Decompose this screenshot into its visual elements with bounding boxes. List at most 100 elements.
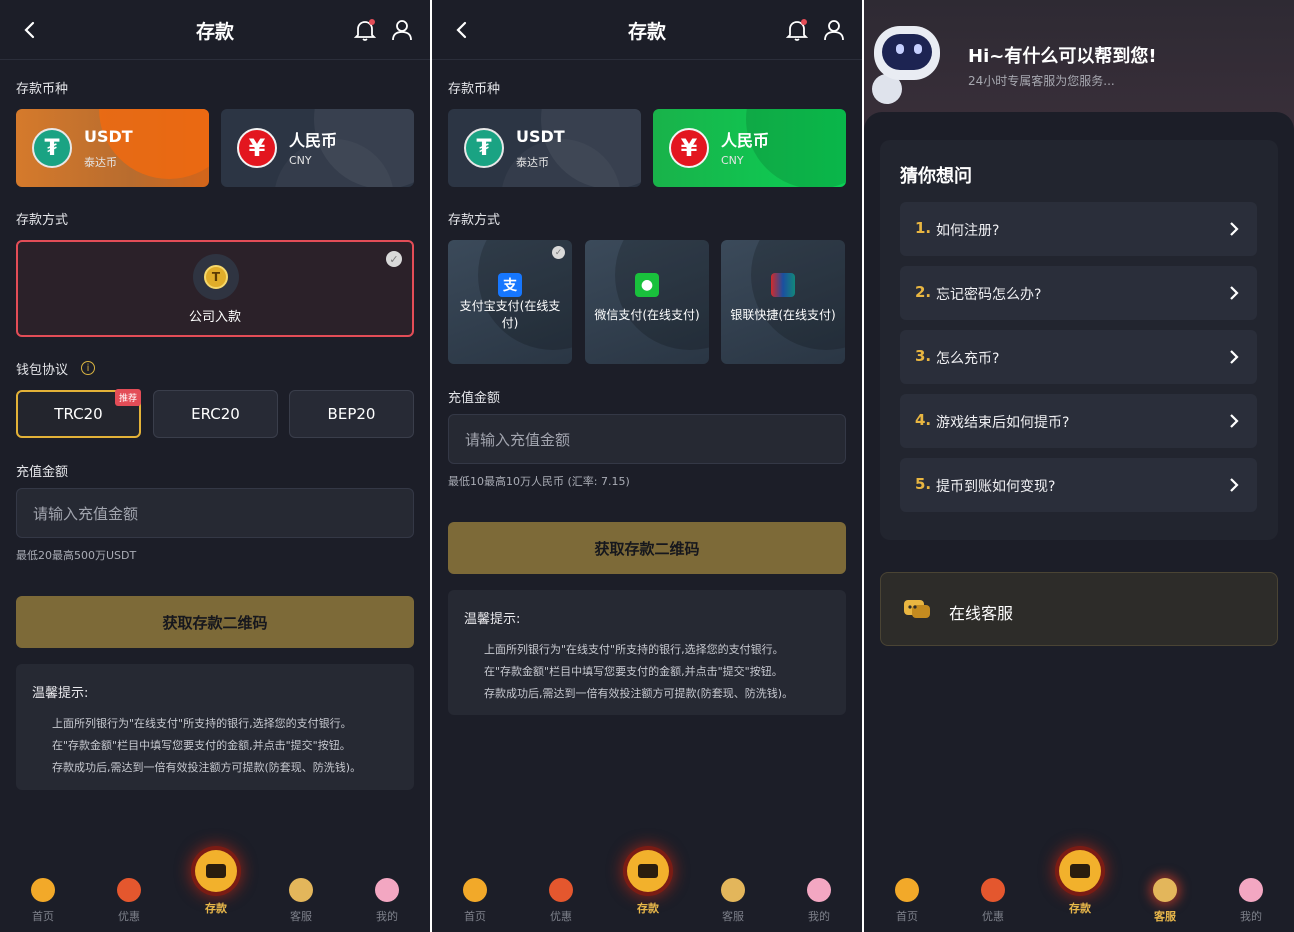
bell-icon[interactable] [352,17,378,43]
faq-question: 游戏结束后如何提币? [936,415,1070,431]
recommend-badge: 推荐 [114,389,141,406]
currency-label: 存款币种 [448,82,501,97]
nav-home[interactable]: 首页 [0,858,86,932]
faq-item[interactable]: 4. 游戏结束后如何提币? [900,394,1257,448]
gift-icon [981,878,1005,902]
bottom-nav: 首页 优惠 存款 客服 我的 [864,850,1294,932]
faq-question: 提币到账如何变现? [936,479,1056,495]
user-icon[interactable] [389,17,415,43]
currency-name: USDT [84,127,133,146]
amount-input[interactable]: 请输入充值金额 [448,414,846,464]
faq-num: 1. [915,219,932,237]
service-icon [721,878,745,902]
tips-line: 存款成功后,需达到一倍有效投注额方可提款(防套现、防洗钱)。 [484,687,794,700]
currency-sub: 泰达币 [516,156,549,169]
deposit-wallet-icon[interactable] [1059,850,1101,892]
nav-label: 优惠 [118,910,140,923]
currency-card-cny[interactable]: ¥ 人民币 CNY [653,109,846,187]
protocol-name: TRC20 [54,405,103,423]
protocol-bep20[interactable]: BEP20 [289,390,414,438]
customer-service-screen: Hi~有什么可以帮到您! 24小时专属客服为您服务... 猜你想问 1. 如何注… [864,0,1294,932]
faq-item[interactable]: 5. 提币到账如何变现? [900,458,1257,512]
yuan-icon: ¥ [669,128,709,168]
company-deposit-option[interactable]: T 公司入款 ✓ [16,240,414,337]
nav-label: 客服 [1154,910,1176,923]
greeting: Hi~有什么可以帮到您! [968,46,1157,67]
user-icon[interactable] [821,17,847,43]
nav-home[interactable]: 首页 [432,858,518,932]
payment-wechat[interactable]: ● 微信支付(在线支付) [585,240,709,364]
header: 存款 [432,0,862,60]
currency-name: USDT [516,127,565,146]
limit-hint: 最低10最高10万人民币 (汇率: 7.15) [448,475,630,488]
deposit-screen-usdt: 存款 存款币种 ₮ USDT 泰达币 ¥ 人民币 CNY 存款方式 T 公司入款… [0,0,430,932]
nav-service[interactable]: 客服 [690,858,776,932]
service-subtitle: 24小时专属客服为您服务... [968,74,1115,88]
chevron-right-icon [1230,286,1239,300]
currency-card-usdt[interactable]: ₮ USDT 泰达币 [448,109,641,187]
faq-item[interactable]: 3. 怎么充币? [900,330,1257,384]
currency-name: 人民币 [721,131,770,150]
header: 存款 [0,0,430,60]
chevron-right-icon [1230,478,1239,492]
online-service-button[interactable]: 在线客服 [880,572,1278,646]
rabbit-icon [807,878,831,902]
currency-card-usdt[interactable]: ₮ USDT 泰达币 [16,109,209,187]
faq-num: 2. [915,283,932,301]
get-qrcode-button[interactable]: 获取存款二维码 [448,522,846,574]
faq-item[interactable]: 2. 忘记密码怎么办? [900,266,1257,320]
nav-label: 首页 [464,910,486,923]
method-label: 存款方式 [448,213,501,228]
tips-line: 上面所列银行为"在线支付"所支持的银行,选择您的支付银行。 [484,643,784,656]
currency-card-cny[interactable]: ¥ 人民币 CNY [221,109,414,187]
nav-label-deposit: 存款 [205,902,227,915]
faq-question: 怎么充币? [936,351,1000,367]
nav-mine[interactable]: 我的 [1208,858,1294,932]
nav-label: 我的 [376,910,398,923]
chat-bubble-icon [904,600,930,618]
protocol-name: ERC20 [191,405,240,423]
payment-label: 微信支付(在线支付) [594,308,700,322]
payment-unionpay[interactable]: 银联快捷(在线支付) [721,240,845,364]
nav-label: 首页 [32,910,54,923]
faq-num: 4. [915,411,932,429]
amount-input[interactable]: 请输入充值金额 [16,488,414,538]
faq-item[interactable]: 1. 如何注册? [900,202,1257,256]
bell-icon[interactable] [784,17,810,43]
nav-service[interactable]: 客服 [258,858,344,932]
chevron-right-icon [1230,222,1239,236]
deposit-wallet-icon[interactable] [627,850,669,892]
nav-promo[interactable]: 优惠 [950,858,1036,932]
unionpay-icon [771,273,795,297]
bottom-nav: 首页 优惠 存款 客服 我的 [432,850,862,932]
nav-promo[interactable]: 优惠 [518,858,604,932]
protocol-name: BEP20 [327,405,376,423]
nav-label: 优惠 [982,910,1004,923]
nav-label: 首页 [896,910,918,923]
tips-title: 温馨提示: [32,686,89,701]
tips-title: 温馨提示: [464,612,521,627]
nav-mine[interactable]: 我的 [776,858,862,932]
nav-home[interactable]: 首页 [864,858,950,932]
chevron-right-icon [1230,414,1239,428]
nav-label: 优惠 [550,910,572,923]
nav-label-deposit: 存款 [637,902,659,915]
nav-promo[interactable]: 优惠 [86,858,172,932]
payment-alipay[interactable]: 支 支付宝支付(在线支付) ✓ [448,240,572,364]
check-icon: ✓ [386,251,402,267]
nav-service[interactable]: 客服 [1122,858,1208,932]
protocol-erc20[interactable]: ERC20 [153,390,278,438]
deposit-screen-cny: 存款 存款币种 ₮ USDT 泰达币 ¥ 人民币 CNY 存款方式 支 支付宝支… [432,0,862,932]
tips-line: 存款成功后,需达到一倍有效投注额方可提款(防套现、防洗钱)。 [52,761,362,774]
wechat-icon: ● [635,273,659,297]
currency-sub: CNY [289,154,312,167]
info-icon[interactable]: i [81,361,95,375]
deposit-wallet-icon[interactable] [195,850,237,892]
service-icon [289,878,313,902]
check-icon: ✓ [552,246,565,259]
protocol-trc20[interactable]: TRC20 推荐 [16,389,141,438]
online-service-label: 在线客服 [949,604,1014,623]
nav-label: 我的 [808,910,830,923]
nav-mine[interactable]: 我的 [344,858,430,932]
get-qrcode-button[interactable]: 获取存款二维码 [16,596,414,648]
